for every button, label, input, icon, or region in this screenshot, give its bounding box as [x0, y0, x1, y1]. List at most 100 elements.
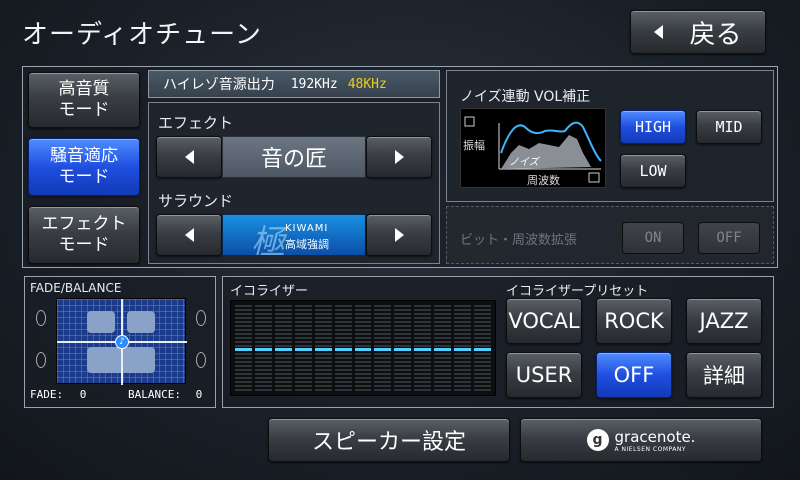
eq-band[interactable] [294, 305, 312, 391]
bit-on-label: ON [644, 230, 662, 246]
eq-band[interactable] [414, 305, 432, 391]
fade-value: 0 [79, 388, 87, 401]
surround-logo-sub: 高域強調 [285, 238, 329, 251]
speaker-rear-left-icon [36, 352, 46, 368]
preset-vocal-button[interactable]: VOCAL [506, 298, 582, 344]
eq-band[interactable] [434, 305, 452, 391]
speaker-settings-label: スピーカー設定 [311, 430, 466, 455]
eq-band[interactable] [454, 305, 472, 391]
eq-band[interactable] [354, 305, 372, 391]
noise-mid-button[interactable]: MID [696, 110, 762, 144]
eq-level-marker [394, 348, 412, 351]
bit-off-button[interactable]: OFF [698, 222, 760, 254]
preset-jazz-label: JAZZ [699, 309, 749, 333]
hires-rate-192: 192KHz [290, 76, 338, 92]
preset-off-button[interactable]: OFF [596, 352, 672, 398]
fade-label: FADE: [30, 388, 64, 401]
mode-label: モード [58, 235, 110, 255]
preset-vocal-label: VOCAL [508, 309, 580, 333]
equalizer-title: イコライザー [230, 284, 309, 299]
preset-user-button[interactable]: USER [506, 352, 582, 398]
preset-off-label: OFF [613, 363, 655, 387]
eq-band[interactable] [394, 305, 412, 391]
bit-on-button[interactable]: ON [622, 222, 684, 254]
eq-level-marker [474, 348, 491, 351]
surround-logo-text: KIWAMI [285, 223, 329, 234]
effect-label: エフェクト [158, 114, 234, 132]
back-label: 戻る [689, 19, 742, 50]
speaker-front-left-icon [36, 310, 46, 326]
noise-mid-label: MID [715, 118, 743, 136]
graph-y-label: 振幅 [463, 139, 485, 152]
graph-x-label: 周波数 [527, 174, 560, 187]
effect-next-button[interactable] [366, 136, 432, 178]
hires-output-bar: ハイレゾ音源出力 192KHz 48KHz [148, 70, 440, 98]
surround-prev-button[interactable] [156, 214, 222, 256]
noise-low-button[interactable]: LOW [620, 154, 686, 188]
balance-readout: BALANCE: 0 [128, 388, 202, 401]
eq-level-marker [374, 348, 392, 351]
noise-graph: 振幅 ノイズ 周波数 [460, 108, 606, 188]
eq-level-marker [454, 348, 472, 351]
noise-adaptive-mode-button[interactable]: 騒音適応 モード [28, 138, 140, 196]
effect-prev-button[interactable] [156, 136, 222, 178]
mode-label: エフェクト [41, 214, 127, 234]
surround-value-display: 極 KIWAMI 高域強調 [222, 214, 366, 256]
eq-level-marker [334, 348, 352, 351]
preset-rock-label: ROCK [604, 309, 664, 333]
mode-label: 高音質 [58, 79, 110, 99]
equalizer-bars[interactable] [230, 300, 496, 396]
eq-band[interactable] [235, 305, 252, 391]
eq-level-marker [414, 348, 432, 351]
preset-user-label: USER [515, 363, 573, 387]
preset-detail-label: 詳細 [703, 364, 745, 388]
eq-level-marker [434, 348, 452, 351]
gracenote-sub: A NIELSEN COMPANY [614, 445, 687, 453]
eq-band[interactable] [274, 305, 292, 391]
listening-point-icon: ♪ [115, 335, 129, 349]
noise-high-label: HIGH [634, 118, 672, 136]
effect-value: 音の匠 [260, 147, 327, 172]
mode-label: モード [58, 167, 110, 187]
page-title: オーディオチューン [22, 20, 262, 50]
speaker-front-right-icon [196, 310, 206, 326]
eq-level-marker [274, 348, 292, 351]
bit-extension-label: ビット・周波数拡張 [460, 233, 578, 248]
gracenote-button[interactable]: g gracenote. A NIELSEN COMPANY [520, 418, 762, 462]
kiwami-logo-icon: 極 [251, 223, 285, 256]
fade-balance-grid[interactable]: ♪ [56, 298, 187, 385]
back-button[interactable]: 戻る [630, 10, 766, 54]
seat-front-right-icon [127, 311, 155, 333]
bit-off-label: OFF [716, 230, 742, 246]
effect-mode-button[interactable]: エフェクト モード [28, 206, 140, 264]
eq-level-marker [235, 348, 252, 351]
eq-band[interactable] [254, 305, 272, 391]
hires-rate-48: 48KHz [347, 76, 387, 92]
surround-next-button[interactable] [366, 214, 432, 256]
eq-band[interactable] [314, 305, 332, 391]
preset-detail-button[interactable]: 詳細 [686, 352, 762, 398]
left-arrow-icon [184, 150, 194, 164]
eq-band[interactable] [334, 305, 352, 391]
noise-low-label: LOW [639, 162, 667, 180]
eq-level-marker [354, 348, 372, 351]
hi-quality-mode-button[interactable]: 高音質 モード [28, 72, 140, 128]
preset-jazz-button[interactable]: JAZZ [686, 298, 762, 344]
back-arrow-icon [654, 25, 664, 39]
speaker-settings-button[interactable]: スピーカー設定 [268, 418, 510, 462]
mode-label: モード [58, 100, 110, 120]
noise-vol-title: ノイズ連動 VOL補正 [460, 89, 591, 105]
eq-band[interactable] [474, 305, 491, 391]
noise-high-button[interactable]: HIGH [620, 110, 686, 144]
hires-label: ハイレゾ音源出力 [163, 77, 275, 93]
fade-readout: FADE: 0 [30, 388, 86, 401]
preset-title: イコライザープリセット [506, 284, 649, 299]
balance-label: BALANCE: [128, 388, 181, 401]
balance-value: 0 [195, 388, 203, 401]
eq-level-marker [314, 348, 332, 351]
surround-label: サラウンド [158, 192, 234, 210]
eq-band[interactable] [374, 305, 392, 391]
right-arrow-icon [394, 228, 404, 242]
preset-rock-button[interactable]: ROCK [596, 298, 672, 344]
eq-level-marker [294, 348, 312, 351]
